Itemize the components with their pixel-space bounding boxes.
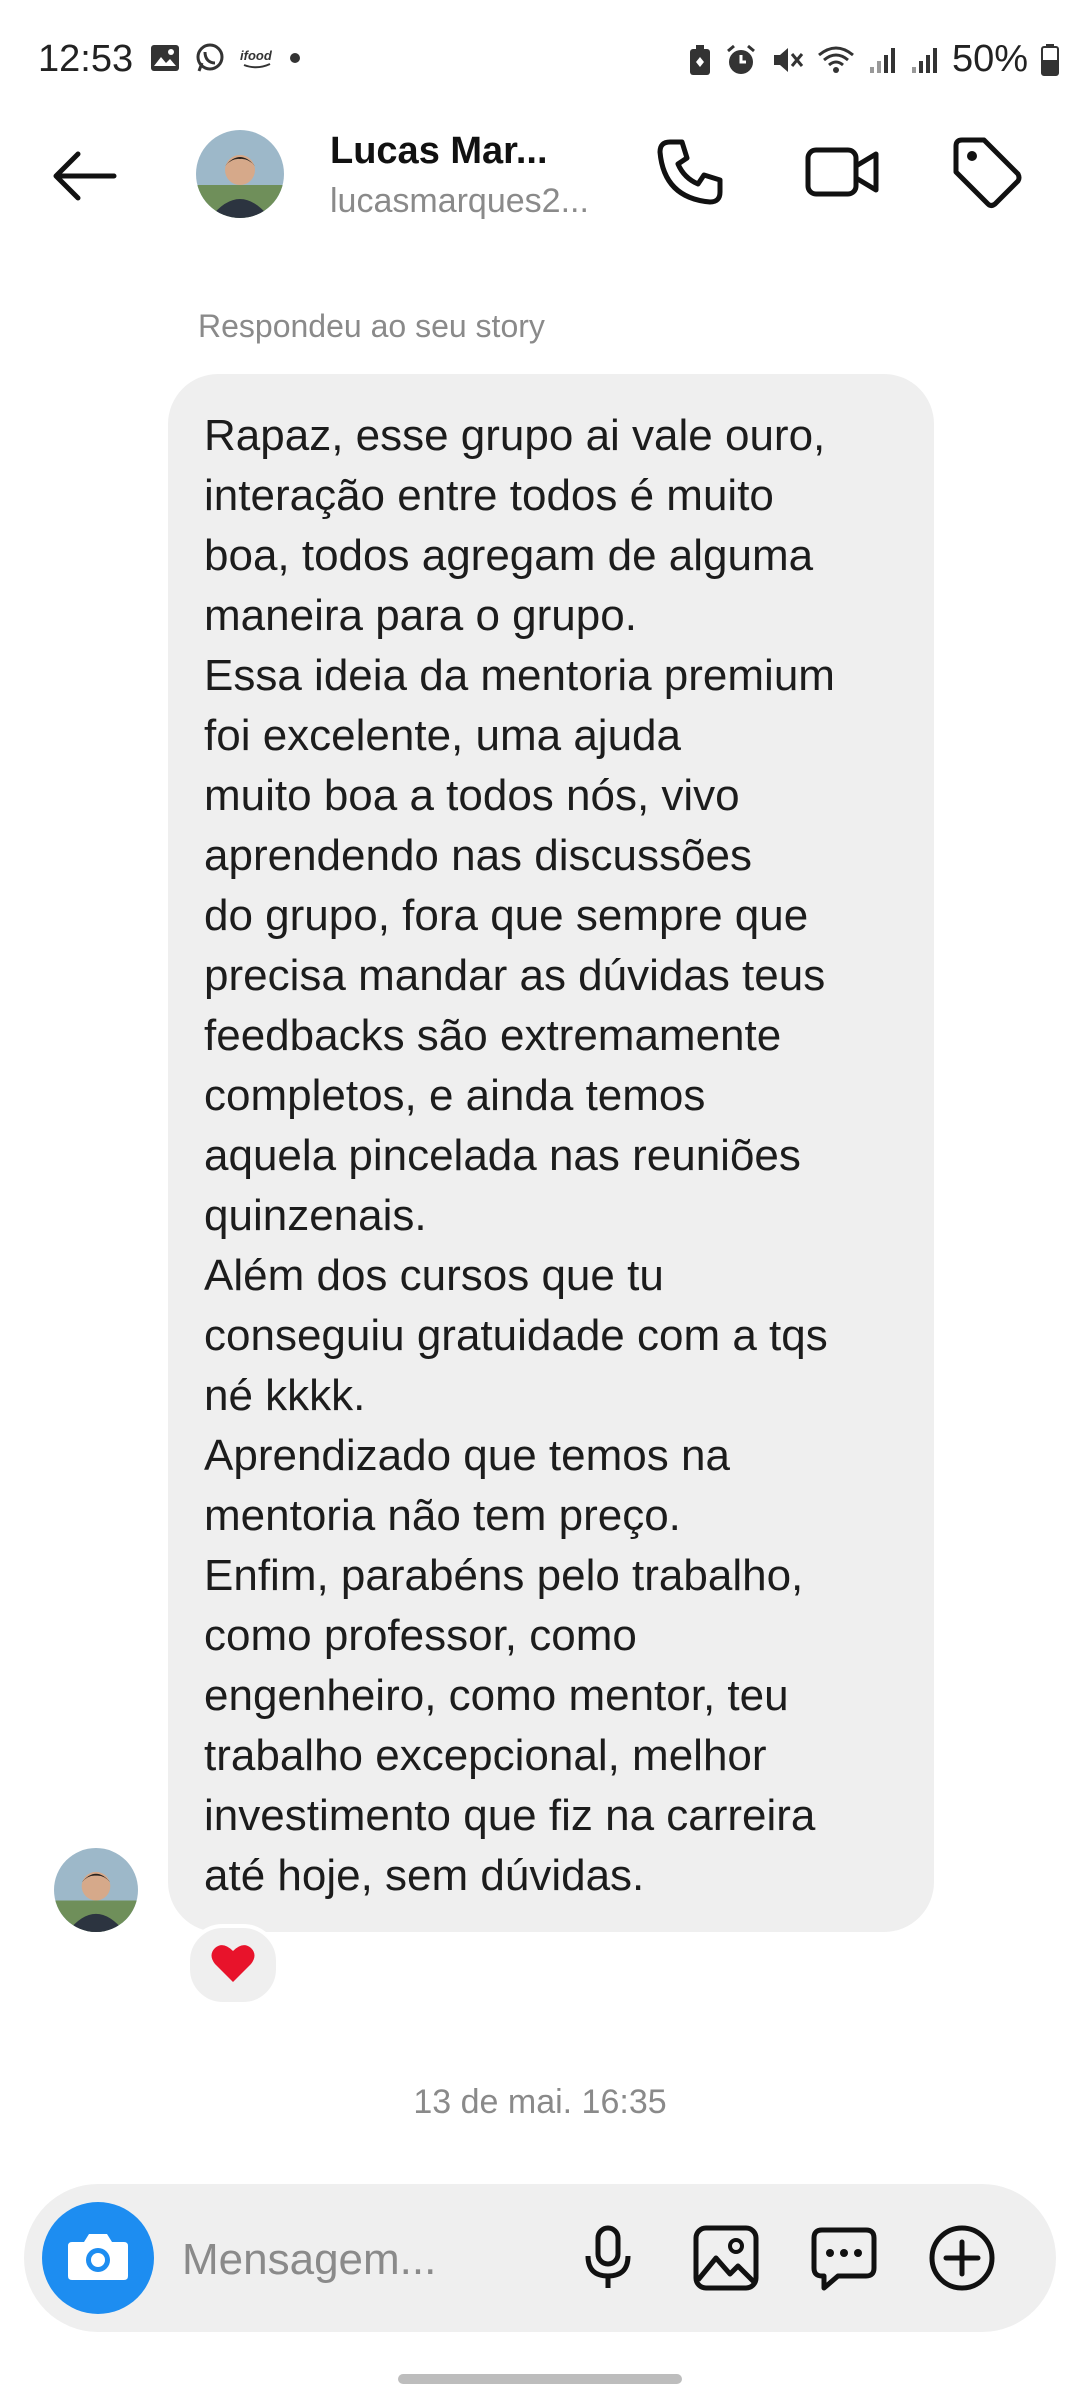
gallery-icon[interactable] xyxy=(690,2222,762,2294)
sender-avatar[interactable] xyxy=(54,1848,138,1932)
message-line: aprendendo nas discussões xyxy=(204,831,752,880)
message-line: Além dos cursos que tu xyxy=(204,1251,664,1300)
message-line: interação entre todos é muito xyxy=(204,471,774,520)
camera-icon xyxy=(66,2228,130,2289)
microphone-icon[interactable] xyxy=(572,2222,644,2294)
battery-icon xyxy=(1040,43,1060,77)
reaction-badge[interactable] xyxy=(186,1924,280,2006)
wifi-icon xyxy=(816,44,856,76)
message-line: feedbacks são extremamente xyxy=(204,1011,782,1060)
signal-icon xyxy=(868,45,898,75)
message-line: engenheiro, como mentor, teu xyxy=(204,1671,789,1720)
battery-saver-icon xyxy=(688,43,712,77)
status-time: 12:53 xyxy=(38,38,134,80)
message-line: precisa mandar as dúvidas teus xyxy=(204,951,826,1000)
message-line: muito boa a todos nós, vivo xyxy=(204,771,740,820)
message-line: Rapaz, esse grupo ai vale ouro, xyxy=(204,411,826,460)
contact-handle[interactable]: lucasmarques2... xyxy=(330,182,589,221)
message-timestamp: 13 de mai. 16:35 xyxy=(413,2083,667,2121)
message-bubble[interactable]: Rapaz, esse grupo ai vale ouro, interaçã… xyxy=(168,374,934,1932)
message-line: do grupo, fora que sempre que xyxy=(204,891,809,940)
add-circle-icon[interactable] xyxy=(926,2222,998,2294)
message-input[interactable] xyxy=(180,2224,544,2296)
home-indicator[interactable] xyxy=(398,2374,682,2384)
message-line: como professor, como xyxy=(204,1611,637,1660)
message-line: Enfim, parabéns pelo trabalho, xyxy=(204,1551,804,1600)
svg-text:ifood: ifood xyxy=(240,48,273,63)
message-line: quinzenais. xyxy=(204,1191,427,1240)
dot-icon xyxy=(288,51,302,65)
system-icons: 50% xyxy=(688,38,1060,81)
whatsapp-icon xyxy=(194,42,226,74)
video-camera-icon[interactable] xyxy=(802,132,882,212)
image-icon xyxy=(150,44,180,72)
mute-icon xyxy=(770,43,804,77)
message-line: conseguiu gratuidade com a tqs xyxy=(204,1311,828,1360)
message-line: investimento que fiz na carreira xyxy=(204,1791,816,1840)
notification-icons: ifood xyxy=(150,42,302,74)
avatar[interactable] xyxy=(196,130,284,218)
message-line: trabalho excepcional, melhor xyxy=(204,1731,767,1780)
alarm-icon xyxy=(724,43,758,77)
message-line: aquela pincelada nas reuniões xyxy=(204,1131,801,1180)
camera-button[interactable] xyxy=(42,2202,154,2314)
message-line: completos, e ainda temos xyxy=(204,1071,706,1120)
chat-header: Lucas Mar... lucasmarques2... xyxy=(0,120,1080,230)
status-bar: 12:53 ifood 50% xyxy=(0,0,1080,120)
message-line: mentoria não tem preço. xyxy=(204,1491,681,1540)
story-reply-label: Respondeu ao seu story xyxy=(198,308,545,344)
message-composer xyxy=(24,2184,1056,2332)
sticker-chat-icon[interactable] xyxy=(808,2222,880,2294)
message-line: Aprendizado que temos na xyxy=(204,1431,730,1480)
message-line: né kkkk. xyxy=(204,1371,366,1420)
back-arrow-icon[interactable] xyxy=(48,146,120,206)
heart-icon xyxy=(210,1942,256,1989)
ifood-icon: ifood xyxy=(240,46,274,70)
phone-icon[interactable] xyxy=(650,132,730,212)
message-line: boa, todos agregam de alguma xyxy=(204,531,814,580)
contact-name[interactable]: Lucas Mar... xyxy=(330,130,548,173)
message-line: Essa ideia da mentoria premium xyxy=(204,651,835,700)
battery-percentage: 50% xyxy=(951,38,1028,80)
message-line: foi excelente, uma ajuda xyxy=(204,711,681,760)
message-line: maneira para o grupo. xyxy=(204,591,637,640)
message-line: até hoje, sem dúvidas. xyxy=(204,1851,645,1900)
signal-icon xyxy=(910,45,940,75)
tag-icon[interactable] xyxy=(946,132,1026,212)
